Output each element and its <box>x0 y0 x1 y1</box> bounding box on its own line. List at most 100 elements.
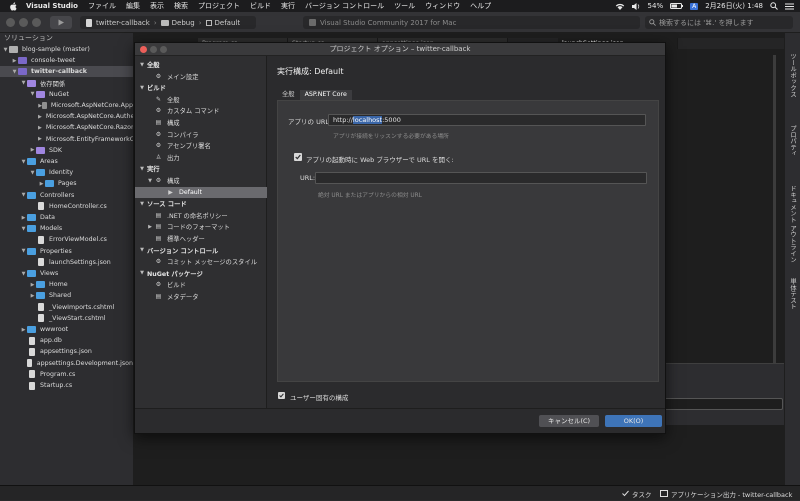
solution-tree-item[interactable]: app.db <box>0 335 133 346</box>
properties-tab[interactable]: プロパティ <box>788 125 797 157</box>
editor-scrollbar[interactable] <box>773 55 776 375</box>
menu-version-control[interactable]: バージョン コントロール <box>305 1 384 11</box>
options-nav-item[interactable]: ▶ ▤ コードのフォーマット <box>135 221 267 232</box>
chevron-down-icon[interactable]: ▼ <box>137 85 147 91</box>
menu-search[interactable]: 検索 <box>174 1 188 11</box>
search-icon[interactable] <box>770 2 778 10</box>
app-url-input[interactable]: http://localhost:5000 <box>328 114 646 126</box>
chevron-right-icon[interactable]: ▶ <box>29 293 36 299</box>
chevron-right-icon[interactable]: ▶ <box>145 224 155 230</box>
solution-tree-item[interactable]: ▼ NuGet <box>0 89 133 100</box>
user-config-checkbox[interactable] <box>278 392 285 399</box>
chevron-down-icon[interactable]: ▼ <box>137 270 147 276</box>
window-zoom-button[interactable] <box>32 18 41 27</box>
options-nav-item[interactable]: ▤ .NET の命名ポリシー <box>135 210 267 221</box>
apple-icon[interactable] <box>0 0 26 12</box>
run-button[interactable] <box>50 16 72 29</box>
chevron-down-icon[interactable]: ▼ <box>29 91 36 97</box>
options-nav-item[interactable]: ▼ ⚙ 構成 <box>135 175 267 186</box>
options-nav-item[interactable]: ▼ バージョン コントロール <box>135 245 267 256</box>
run-configuration-breadcrumb[interactable]: twitter-callback › Debug › Default <box>80 16 256 29</box>
solution-tree-item[interactable]: appsettings.Development.json <box>0 358 133 369</box>
breadcrumb-project[interactable]: twitter-callback <box>96 19 150 27</box>
menu-run[interactable]: 実行 <box>281 1 295 11</box>
options-nav-item[interactable]: ⚙ コミット メッセージのスタイル <box>135 256 267 267</box>
app-name-menu[interactable]: Visual Studio <box>26 2 78 10</box>
solution-tree-item[interactable]: ▶ wwwroot <box>0 324 133 335</box>
launch-browser-checkbox[interactable] <box>294 153 302 161</box>
solution-tree-item[interactable]: ▶ Microsoft.EntityFrameworkCore <box>0 134 144 145</box>
options-nav-item[interactable]: ⚙ メイン設定 <box>135 71 267 82</box>
chevron-down-icon[interactable]: ▼ <box>2 47 9 53</box>
chevron-down-icon[interactable]: ▼ <box>137 247 147 253</box>
options-nav-item[interactable]: ▼ 全般 <box>135 59 267 70</box>
volume-icon[interactable] <box>631 2 641 10</box>
solution-tree-item[interactable]: ▶ Data <box>0 212 133 223</box>
solution-tree-item[interactable]: ▼ Identity <box>0 167 133 178</box>
chevron-down-icon[interactable]: ▼ <box>20 271 27 277</box>
wifi-icon[interactable] <box>615 3 625 10</box>
menu-window[interactable]: ウィンドウ <box>425 1 460 11</box>
options-nav-item[interactable]: ▶ Default <box>135 186 267 198</box>
menu-build[interactable]: ビルド <box>250 1 271 11</box>
chevron-down-icon[interactable]: ▼ <box>137 201 147 207</box>
options-nav-item[interactable]: ▤ 構成 <box>135 117 267 128</box>
cancel-button[interactable]: キャンセル(C) <box>539 415 599 427</box>
menu-view[interactable]: 表示 <box>150 1 164 11</box>
solution-tree-item[interactable]: ▼ Models <box>0 223 133 234</box>
solution-tree-item[interactable]: ▶ Home <box>0 279 133 290</box>
chevron-right-icon[interactable]: ▶ <box>38 114 42 120</box>
launch-url-input[interactable] <box>315 172 647 184</box>
solution-tree-item[interactable]: ▶ Pages <box>0 178 133 189</box>
chevron-right-icon[interactable]: ▶ <box>20 215 27 221</box>
control-center-icon[interactable] <box>785 3 794 10</box>
global-search-input[interactable]: 検索するには '⌘.' を押します <box>645 16 793 29</box>
window-close-button[interactable] <box>6 18 15 27</box>
chevron-down-icon[interactable]: ▼ <box>11 69 18 75</box>
battery-percent[interactable]: 54% <box>648 2 664 10</box>
unit-tests-tab[interactable]: 単体テスト <box>788 278 797 310</box>
chevron-right-icon[interactable]: ▶ <box>38 125 42 131</box>
solution-tree-item[interactable]: ▼ Views <box>0 268 133 279</box>
chevron-right-icon[interactable]: ▶ <box>11 58 18 64</box>
options-nav-item[interactable]: ⚙ アセンブリ署名 <box>135 140 267 151</box>
chevron-down-icon[interactable]: ▼ <box>137 166 147 172</box>
menu-edit[interactable]: 編集 <box>126 1 140 11</box>
battery-icon[interactable] <box>670 3 684 9</box>
toolbox-tab[interactable]: ツールボックス <box>788 53 797 97</box>
chevron-right-icon[interactable]: ▶ <box>29 147 36 153</box>
solution-tree-item[interactable]: _ViewStart.cshtml <box>0 313 133 324</box>
solution-tree-item[interactable]: launchSettings.json <box>0 257 133 268</box>
solution-tree-item[interactable]: Program.cs <box>0 369 133 380</box>
breadcrumb-configuration[interactable]: Debug <box>172 19 195 27</box>
tasks-button[interactable]: タスク <box>622 486 652 501</box>
chevron-down-icon[interactable]: ▼ <box>20 159 27 165</box>
menu-tools[interactable]: ツール <box>394 1 415 11</box>
chevron-down-icon[interactable]: ▼ <box>29 170 36 176</box>
chevron-down-icon[interactable]: ▼ <box>20 80 27 86</box>
solution-tree-item[interactable]: ▶ Microsoft.AspNetCore.App <box>0 100 133 111</box>
solution-tree-item[interactable]: ▶ Microsoft.AspNetCore.Authentic <box>0 111 146 122</box>
options-nav-item[interactable]: ▼ NuGet パッケージ <box>135 268 267 279</box>
options-nav-item[interactable]: ✎ 全般 <box>135 94 267 105</box>
options-nav-item[interactable]: ⚙ カスタム コマンド <box>135 105 267 116</box>
ok-button[interactable]: OK(O) <box>605 415 662 427</box>
document-outline-tab[interactable]: ドキュメント アウトライン <box>788 185 797 263</box>
solution-tree-item[interactable]: _ViewImports.cshtml <box>0 302 133 313</box>
chevron-right-icon[interactable]: ▶ <box>20 327 27 333</box>
options-nav-item[interactable]: ▼ ソース コード <box>135 198 267 209</box>
options-nav-item[interactable]: ⚙ コンパイラ <box>135 129 267 140</box>
solution-tree-item[interactable]: ▶ Shared <box>0 290 133 301</box>
chevron-down-icon[interactable]: ▼ <box>20 226 27 232</box>
chevron-right-icon[interactable]: ▶ <box>38 181 45 187</box>
menu-project[interactable]: プロジェクト <box>198 1 240 11</box>
datetime[interactable]: 2月26日(火) 1:48 <box>705 1 763 11</box>
solution-tree-item[interactable]: Startup.cs <box>0 380 133 391</box>
chevron-down-icon[interactable]: ▼ <box>20 248 27 254</box>
options-nav-item[interactable]: ▼ ビルド <box>135 82 267 93</box>
chevron-right-icon[interactable]: ▶ <box>29 282 36 288</box>
tab-general[interactable]: 全般 <box>277 90 300 100</box>
chevron-right-icon[interactable]: ▶ <box>38 136 42 142</box>
options-nav-item[interactable]: ▼ 実行 <box>135 163 267 174</box>
solution-tree-item[interactable]: ErrorViewModel.cs <box>0 234 133 245</box>
